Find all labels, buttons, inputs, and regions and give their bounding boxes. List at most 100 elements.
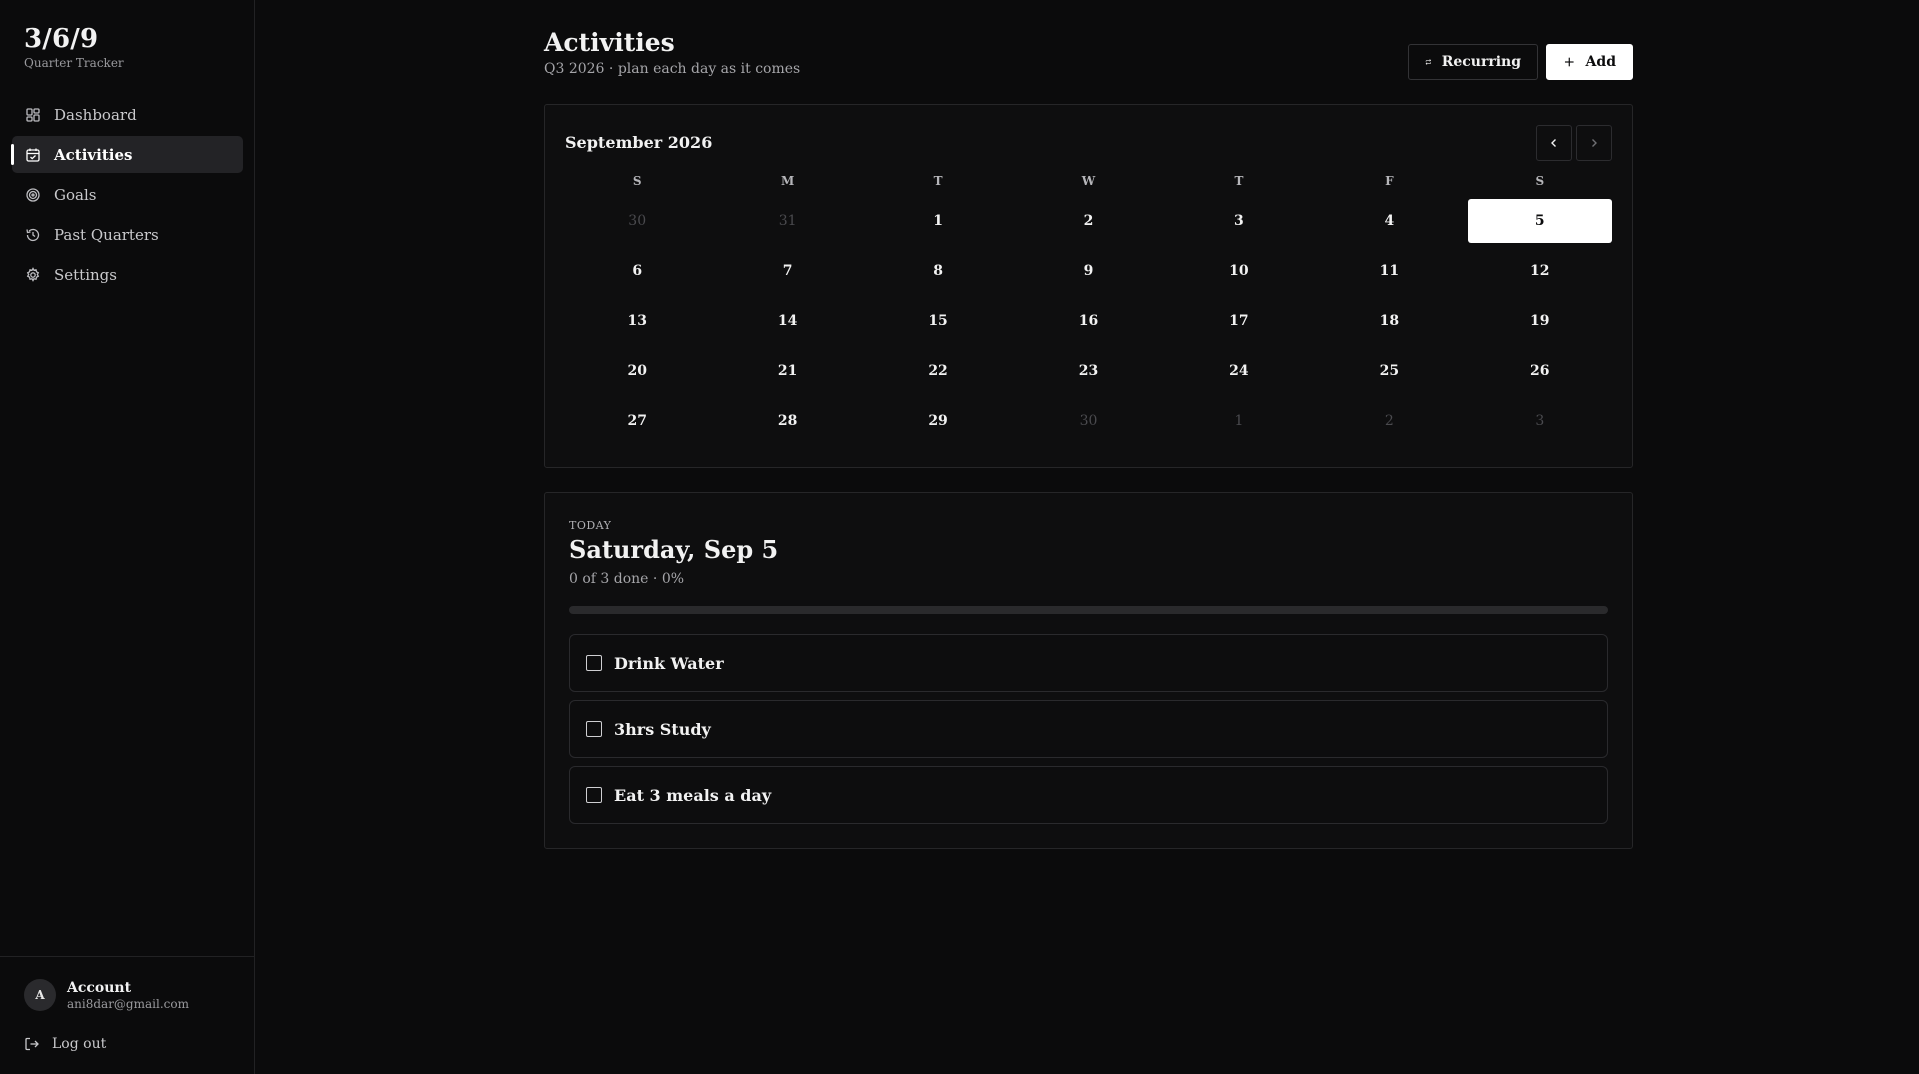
today-date: Saturday, Sep 5 [569, 535, 779, 564]
weekday-label: F [1385, 174, 1394, 188]
plus-icon [1564, 57, 1574, 67]
calendar-day[interactable]: 30 [1016, 399, 1160, 443]
calendar-day[interactable]: 22 [866, 349, 1010, 393]
weekday-label: S [632, 174, 642, 188]
chevron-left-icon [1551, 139, 1556, 147]
calendar-day[interactable]: 1 [1167, 399, 1311, 443]
calendar-card: September 2026 SMTWTFS 30 31 1 2 3 4 5 6 7 8 9 10 11… [544, 104, 1633, 468]
gear-icon [25, 266, 41, 283]
calendar-day[interactable]: 7 [715, 249, 859, 293]
sidebar-item-past-quarters[interactable]: Past Quarters [12, 216, 243, 253]
task-label: Drink Water [614, 653, 724, 673]
calendar-month-label: September 2026 [565, 133, 713, 152]
sidebar-item-label: Activities [54, 145, 133, 164]
calendar-day[interactable]: 29 [866, 399, 1010, 443]
sidebar-item-goals[interactable]: Goals [12, 176, 243, 213]
account-name: Account [67, 979, 132, 996]
sidebar-item-label: Settings [54, 265, 117, 284]
progress-bar [569, 606, 1608, 614]
prev-month-button[interactable] [1536, 125, 1572, 161]
calendar-day[interactable]: 15 [866, 299, 1010, 343]
recurring-button[interactable]: Recurring [1408, 44, 1538, 80]
weekday-label: W [1081, 174, 1096, 188]
next-month-button[interactable] [1576, 125, 1612, 161]
avatar: A [24, 979, 56, 1011]
weekday-label: T [1234, 174, 1244, 188]
calendar-grid: SMTWTFS 30 31 1 2 3 4 5 6 7 8 9 10 11 12 13 14 15 16 17 18 1… [565, 173, 1612, 443]
calendar-day[interactable]: 9 [1016, 249, 1160, 293]
dashboard-icon [25, 107, 41, 123]
calendar-icon [25, 147, 41, 163]
task-list: Drink Water 3hrs Study Eat 3 meals a day [569, 634, 1608, 832]
sidebar-item-label: Dashboard [54, 105, 137, 124]
calendar-day[interactable]: 31 [715, 199, 859, 243]
task-label: 3hrs Study [614, 719, 711, 739]
calendar-day[interactable]: 1 [866, 199, 1010, 243]
sidebar-item-label: Past Quarters [54, 225, 159, 244]
today-label: TODAY [569, 519, 612, 532]
chevron-right-icon [1592, 139, 1597, 147]
today-card: TODAY Saturday, Sep 5 0 of 3 done · 0% D… [544, 492, 1633, 849]
repeat-icon [1425, 59, 1432, 65]
calendar-day[interactable]: 25 [1317, 349, 1461, 393]
sidebar: 3/6/9 Quarter Tracker Dashboard Activiti… [0, 0, 255, 1074]
calendar-day[interactable]: 24 [1167, 349, 1311, 393]
calendar-day[interactable]: 2 [1016, 199, 1160, 243]
progress-text: 0 of 3 done · 0% [569, 571, 685, 587]
logout-label: Log out [52, 1036, 107, 1052]
sidebar-item-label: Goals [54, 185, 97, 204]
calendar-day[interactable]: 12 [1468, 249, 1612, 293]
calendar-day-selected[interactable]: 5 [1467, 199, 1612, 243]
sidebar-nav: Dashboard Activities Goals Past Quarters… [11, 96, 243, 296]
calendar-day[interactable]: 16 [1016, 299, 1160, 343]
calendar-day[interactable]: 27 [565, 399, 709, 443]
calendar-day[interactable]: 17 [1167, 299, 1311, 343]
task-item[interactable]: Drink Water [569, 634, 1608, 692]
weekday-label: S [1535, 174, 1545, 188]
weekday-label: T [933, 174, 943, 188]
sidebar-footer: A Account ani8dar@gmail.com Log out [0, 956, 255, 1074]
page-header: Activities Q3 2026 · plan each day as it… [544, 28, 1633, 84]
calendar-day[interactable]: 11 [1317, 249, 1461, 293]
calendar-day[interactable]: 10 [1167, 249, 1311, 293]
sidebar-item-dashboard[interactable]: Dashboard [12, 96, 243, 133]
sidebar-item-settings[interactable]: Settings [12, 256, 243, 293]
brand: 3/6/9 Quarter Tracker [24, 24, 124, 70]
calendar-day[interactable]: 8 [866, 249, 1010, 293]
logout-button[interactable]: Log out [24, 1036, 106, 1052]
calendar-day[interactable]: 28 [715, 399, 859, 443]
calendar-day[interactable]: 14 [715, 299, 859, 343]
calendar-day[interactable]: 4 [1317, 199, 1461, 243]
calendar-day[interactable]: 23 [1016, 349, 1160, 393]
brand-subtitle: Quarter Tracker [24, 56, 124, 70]
calendar-day[interactable]: 26 [1468, 349, 1612, 393]
task-item[interactable]: 3hrs Study [569, 700, 1608, 758]
task-label: Eat 3 meals a day [614, 785, 772, 805]
task-item[interactable]: Eat 3 meals a day [569, 766, 1608, 824]
logout-icon [25, 1037, 39, 1051]
calendar-day[interactable]: 20 [565, 349, 709, 393]
calendar-day[interactable]: 2 [1317, 399, 1461, 443]
calendar-day[interactable]: 18 [1317, 299, 1461, 343]
brand-title: 3/6/9 [24, 24, 99, 54]
calendar-day[interactable]: 13 [565, 299, 709, 343]
calendar-days: 30 31 1 2 3 4 5 6 7 8 9 10 11 12 13 14 15 16 17 18 19 20 21 22 2… [565, 199, 1612, 443]
calendar-day[interactable]: 30 [565, 199, 709, 243]
calendar-day[interactable]: 3 [1167, 199, 1311, 243]
task-checkbox[interactable] [586, 787, 602, 803]
task-checkbox[interactable] [586, 655, 602, 671]
calendar-day[interactable]: 19 [1468, 299, 1612, 343]
sidebar-item-activities[interactable]: Activities [11, 136, 243, 173]
target-icon [25, 187, 41, 203]
calendar-day[interactable]: 21 [715, 349, 859, 393]
account-email: ani8dar@gmail.com [67, 996, 189, 1011]
account-block[interactable]: A Account ani8dar@gmail.com [24, 979, 189, 1011]
calendar-day[interactable]: 6 [565, 249, 709, 293]
weekday-label: M [780, 174, 795, 188]
weekday-header: SMTWTFS [565, 173, 1612, 199]
add-button[interactable]: Add [1546, 44, 1633, 80]
recurring-label: Recurring [1441, 54, 1521, 70]
calendar-day[interactable]: 3 [1468, 399, 1612, 443]
history-icon [25, 227, 41, 243]
task-checkbox[interactable] [586, 721, 602, 737]
